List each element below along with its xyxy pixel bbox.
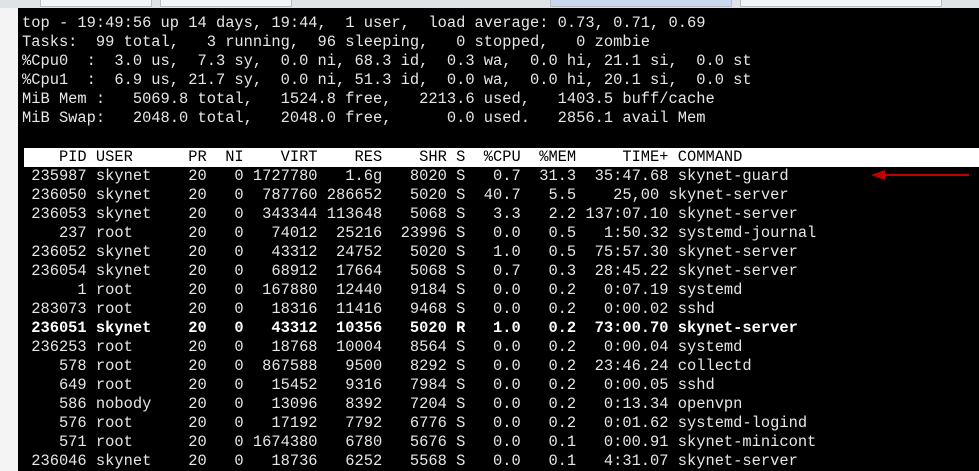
process-row: 236046 skynet 20 0 18736 6252 5568 S 0.0… bbox=[22, 452, 798, 470]
process-row: 236050 skynet 20 0 787760 286652 5020 S … bbox=[22, 186, 789, 204]
process-row: 235987 skynet 20 0 1727780 1.6g 8020 S 0… bbox=[22, 167, 789, 185]
process-row-running: 236051 skynet 20 0 43312 10356 5020 R 1.… bbox=[22, 319, 798, 337]
header-columns: PID USER PR NI VIRT RES SHR S %CPU %MEM … bbox=[22, 148, 743, 166]
left-gutter bbox=[0, 8, 19, 471]
cpu0-line: %Cpu0 : 3.0 us, 7.3 sy, 0.0 ni, 68.3 id,… bbox=[22, 52, 752, 70]
cpu1-line: %Cpu1 : 6.9 us, 21.7 sy, 0.0 ni, 51.3 id… bbox=[22, 71, 752, 89]
process-row: 1 root 20 0 167880 12440 9184 S 0.0 0.2 … bbox=[22, 281, 743, 299]
terminal-window[interactable]: top - 19:49:56 up 14 days, 19:44, 1 user… bbox=[18, 8, 979, 471]
top-uptime-line: top - 19:49:56 up 14 days, 19:44, 1 user… bbox=[22, 14, 706, 32]
annotation-arrow-icon bbox=[871, 170, 969, 180]
process-row: 236054 skynet 20 0 68912 17664 5068 S 0.… bbox=[22, 262, 798, 280]
swap-line: MiB Swap: 2048.0 total, 2048.0 free, 0.0… bbox=[22, 109, 706, 127]
process-row: 236052 skynet 20 0 43312 24752 5020 S 1.… bbox=[22, 243, 798, 261]
process-row: 236253 root 20 0 18768 10004 8564 S 0.0 … bbox=[22, 338, 743, 356]
process-row: 578 root 20 0 867588 9500 8292 S 0.0 0.2… bbox=[22, 357, 752, 375]
process-row: 283073 root 20 0 18316 11416 9468 S 0.0 … bbox=[22, 300, 715, 318]
tab-active[interactable] bbox=[550, 0, 732, 7]
process-row: 576 root 20 0 17192 7792 6776 S 0.0 0.2 … bbox=[22, 414, 808, 432]
process-row: 237 root 20 0 74012 25216 23996 S 0.0 0.… bbox=[22, 224, 817, 242]
tab[interactable] bbox=[160, 0, 292, 7]
tasks-line: Tasks: 99 total, 3 running, 96 sleeping,… bbox=[22, 33, 651, 51]
process-table-header: PID USER PR NI VIRT RES SHR S %CPU %MEM … bbox=[24, 148, 979, 167]
tab[interactable] bbox=[40, 0, 152, 7]
process-row: 586 nobody 20 0 13096 8392 7204 S 0.0 0.… bbox=[22, 395, 743, 413]
process-row: 649 root 20 0 15452 9316 7984 S 0.0 0.2 … bbox=[22, 376, 715, 394]
process-row: 236053 skynet 20 0 343344 113648 5068 S … bbox=[22, 205, 798, 223]
process-row: 571 root 20 0 1674380 6780 5676 S 0.0 0.… bbox=[22, 433, 817, 451]
tab[interactable] bbox=[740, 0, 942, 7]
mem-line: MiB Mem : 5069.8 total, 1524.8 free, 221… bbox=[22, 90, 715, 108]
browser-tab-strip bbox=[0, 0, 979, 8]
